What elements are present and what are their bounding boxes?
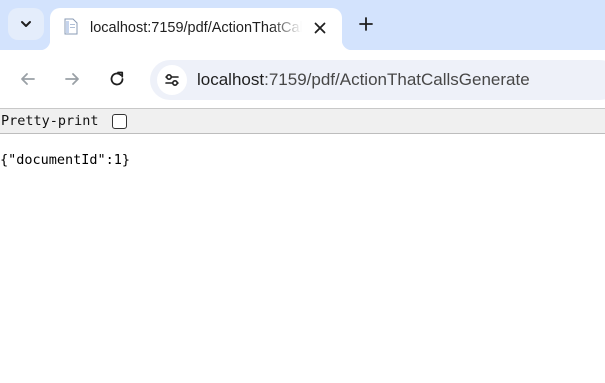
url-host: localhost (197, 70, 265, 89)
url-text[interactable]: localhost:7159/pdf/ActionThatCallsGenera… (197, 69, 530, 91)
reload-button[interactable] (103, 65, 131, 93)
arrow-left-icon (21, 73, 35, 85)
url-path: :7159/pdf/ActionThatCallsGenerate (264, 70, 530, 89)
chevron-down-icon (21, 21, 31, 27)
new-tab-button[interactable] (352, 10, 380, 38)
close-icon (314, 22, 326, 34)
tune-icon (165, 73, 179, 87)
tab-title: localhost:7159/pdf/ActionThatCallsGenera… (90, 20, 302, 36)
site-info-button[interactable] (157, 65, 187, 95)
pretty-print-bar: Pretty-print (0, 108, 605, 134)
json-content: {"documentId":1} (0, 152, 131, 168)
plus-icon (359, 17, 373, 31)
forward-button[interactable] (58, 65, 86, 93)
browser-toolbar: localhost:7159/pdf/ActionThatCallsGenera… (0, 50, 605, 108)
active-tab[interactable]: localhost:7159/pdf/ActionThatCallsGenera… (40, 8, 352, 50)
address-bar[interactable]: localhost:7159/pdf/ActionThatCallsGenera… (150, 60, 605, 100)
tab-close-button[interactable] (308, 16, 332, 40)
tab-strip: localhost:7159/pdf/ActionThatCallsGenera… (0, 0, 605, 50)
pretty-print-checkbox[interactable] (112, 114, 127, 129)
back-button[interactable] (14, 65, 42, 93)
document-page-icon (64, 18, 78, 35)
reload-icon (110, 71, 124, 86)
pretty-print-label: Pretty-print (1, 113, 99, 129)
arrow-right-icon (65, 73, 79, 85)
tab-search-button[interactable] (8, 8, 44, 40)
